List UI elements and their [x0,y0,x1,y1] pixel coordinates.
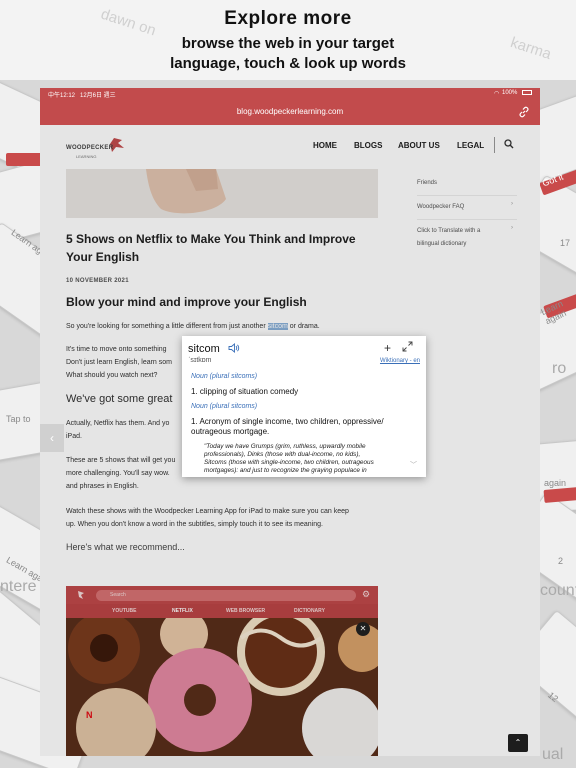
quote-line: "Today we have Grumps (grim, ruthless, u… [204,443,366,450]
battery-icon [522,90,532,95]
bg-fragment: counte [540,582,576,599]
bg-fragment: again [544,478,567,488]
link-icon[interactable] [518,106,530,118]
bg-fragment: ntere [0,578,37,595]
dictionary-source-link[interactable]: Wiktionary - en [380,358,420,364]
bg-fragment: ual [542,746,564,763]
status-date: 12月6日 週三 [80,93,116,99]
part-of-speech: Noun (plural sitcoms) [191,403,258,410]
bg-fragment: ro [552,360,567,377]
add-word-icon[interactable]: + [384,341,391,355]
url-text[interactable]: blog.woodpeckerlearning.com [40,107,540,116]
popup-headword: sitcom [188,343,220,355]
status-bar: 中午12:12 12月6日 週三 ◠ 100% [40,88,540,100]
quote-line: Sitcoms (those with single-income, two c… [204,459,374,466]
speaker-icon[interactable] [228,343,240,353]
wifi-icon: ◠ [494,91,500,97]
popup-pronunciation: ˈsɪtkɒm [188,357,212,364]
promo-subtitle: browse the web in your target language, … [0,34,576,74]
definition: 1. clipping of situation comedy [191,387,299,396]
quote-line: professionals), Dinks (those with dual-i… [204,451,361,458]
prev-arrow-button[interactable]: ‹ [40,424,64,452]
definition-line: 1. Acronym of single income, two childre… [191,417,384,426]
definition-line: outrageous mortgage. [191,427,270,436]
promo-subtitle-line: language, touch & look up words [170,55,406,72]
status-battery: 100% [502,90,518,96]
promo-title: Explore more [224,8,352,29]
bg-fragment: 17 [560,238,571,248]
status-time: 中午12:12 [48,93,76,99]
dictionary-popup: sitcom + ˈsɪtkɒm Wiktionary - en Noun (p… [182,336,426,477]
bg-fragment: 2 [558,556,564,566]
bg-fragment: Tap to [6,414,31,424]
address-bar[interactable]: blog.woodpeckerlearning.com [40,100,540,125]
chevron-down-icon[interactable]: ﹀ [410,460,417,470]
part-of-speech: Noun (plural sitcoms) [191,373,258,380]
definition: 1. Acronym of single income, two childre… [191,417,417,437]
quote-line: mortgages): and just to recognize the gr… [204,467,367,474]
usage-quote: "Today we have Grumps (grim, ruthless, u… [204,443,410,475]
promo-subtitle-line: browse the web in your target [181,35,395,52]
expand-icon[interactable] [402,341,413,352]
scroll-to-top-button[interactable]: ⌃ [508,734,528,752]
promo-header: dawn on karma Explore more browse the we… [0,0,576,80]
